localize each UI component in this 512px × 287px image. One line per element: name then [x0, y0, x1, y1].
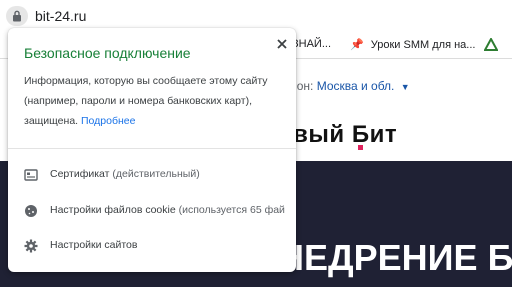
description-text: Информация, которую вы сообщаете этому с…: [24, 75, 268, 127]
popup-description: Информация, которую вы сообщаете этому с…: [24, 71, 286, 131]
certificate-icon: [24, 169, 38, 181]
menu-label-sub: (действительный): [112, 168, 200, 180]
url-text[interactable]: bit-24.ru: [35, 8, 86, 24]
bookmark-item[interactable]: 📌 Уроки SMM для на...: [350, 38, 475, 51]
logo-accent: [358, 145, 363, 150]
close-icon: [277, 39, 287, 49]
chevron-down-icon: ▼: [400, 82, 410, 92]
gear-icon: [24, 239, 38, 253]
pin-icon: 📌: [350, 39, 364, 51]
cookie-icon: [25, 205, 37, 217]
bookmark-item[interactable]: ЗНАЙ...: [292, 38, 331, 50]
site-info-popup: Безопасное подключение Информация, котор…: [8, 28, 296, 272]
close-button[interactable]: [273, 35, 291, 53]
certificate-item[interactable]: Сертификат (действительный): [8, 158, 296, 192]
cookie-settings-item[interactable]: Настройки файлов cookie (используется 65…: [8, 194, 296, 228]
menu-label-sub: (используется 65 фай: [178, 204, 285, 216]
site-info-button[interactable]: [6, 6, 28, 26]
triangle-logo-icon: [483, 36, 499, 51]
menu-label: Настройки сайтов: [50, 239, 290, 251]
menu-label-main: Настройки сайтов: [50, 239, 138, 251]
site-settings-item[interactable]: Настройки сайтов: [8, 229, 296, 263]
learn-more-link[interactable]: Подробнее: [81, 115, 135, 127]
popup-title: Безопасное подключение: [24, 45, 191, 61]
menu-label: Настройки файлов cookie (используется 65…: [50, 204, 290, 216]
menu-label-main: Настройки файлов cookie: [50, 204, 176, 216]
menu-label-main: Сертификат: [50, 168, 110, 180]
menu-label: Сертификат (действительный): [50, 168, 290, 180]
region-value: Москва и обл.: [316, 79, 395, 93]
lock-icon: [13, 10, 21, 22]
bookmark-item[interactable]: [483, 36, 499, 54]
divider: [8, 148, 296, 149]
bookmark-label: Уроки SMM для на...: [370, 39, 476, 51]
region-selector[interactable]: ион: Москва и обл. ▼: [290, 79, 410, 93]
bookmark-label: ЗНАЙ...: [292, 38, 331, 50]
